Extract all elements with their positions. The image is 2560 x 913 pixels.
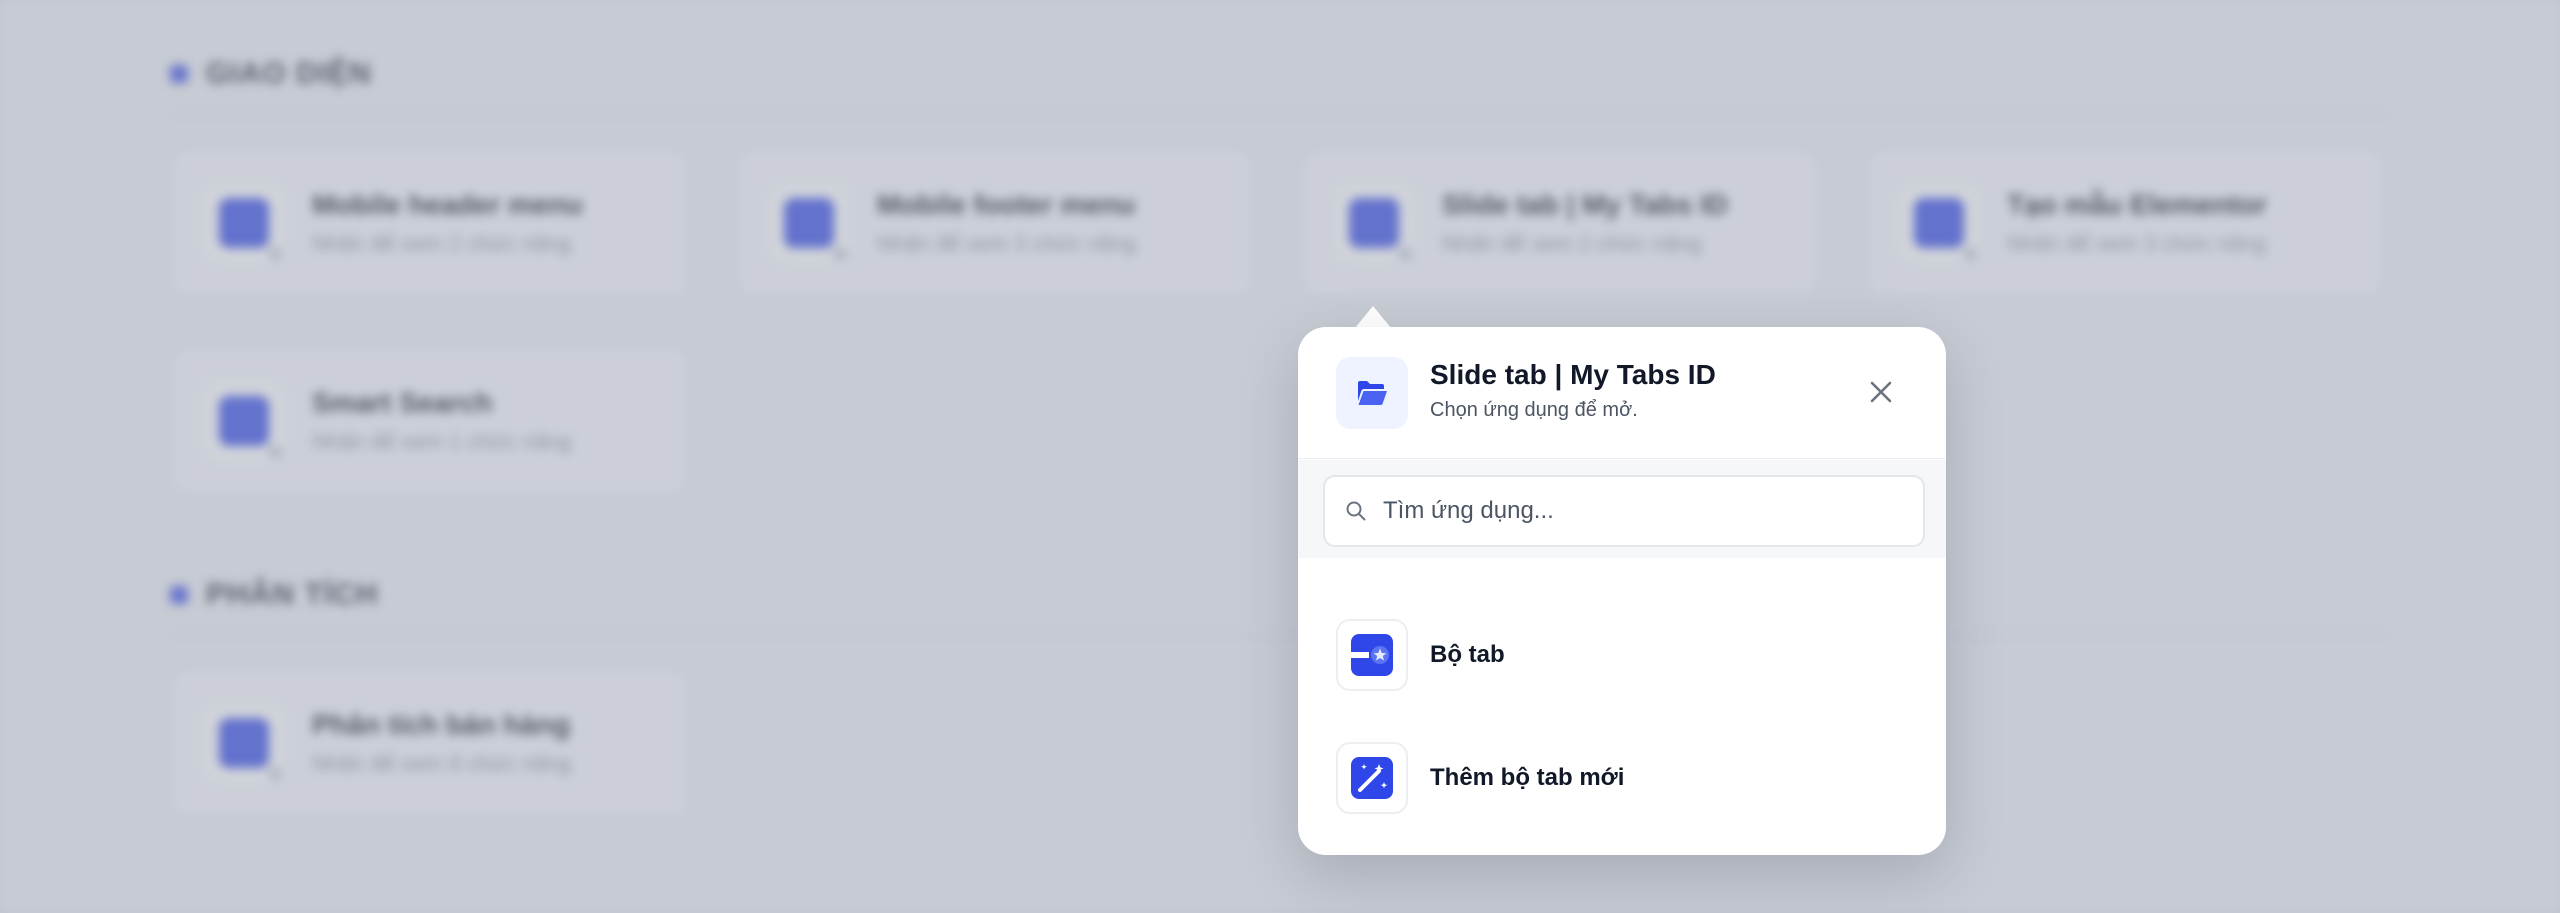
app-picker-popup: Slide tab | My Tabs ID Chọn ứng dụng để …	[1298, 327, 1946, 855]
app-item-label: Thêm bộ tab mới	[1430, 764, 1625, 791]
magic-wand-icon	[1336, 742, 1408, 814]
popup-subtitle: Chọn ứng dụng để mở.	[1430, 399, 1638, 421]
popup-title: Slide tab | My Tabs ID	[1430, 359, 1716, 390]
search-input[interactable]	[1383, 497, 1923, 525]
close-button[interactable]	[1864, 375, 1898, 409]
close-icon	[1870, 381, 1892, 403]
app-item-them-bo-tab-moi[interactable]: Thêm bộ tab mới	[1336, 740, 1908, 816]
search-icon	[1346, 501, 1366, 521]
folder-open-icon	[1336, 357, 1408, 429]
tab-set-icon	[1336, 619, 1408, 691]
modal-overlay[interactable]	[0, 0, 2560, 913]
app-item-bo-tab[interactable]: Bộ tab	[1336, 617, 1908, 693]
app-item-label: Bộ tab	[1430, 641, 1505, 668]
search-box[interactable]	[1323, 475, 1925, 547]
popup-header: Slide tab | My Tabs ID Chọn ứng dụng để …	[1298, 327, 1946, 459]
popup-arrow	[1355, 306, 1391, 328]
